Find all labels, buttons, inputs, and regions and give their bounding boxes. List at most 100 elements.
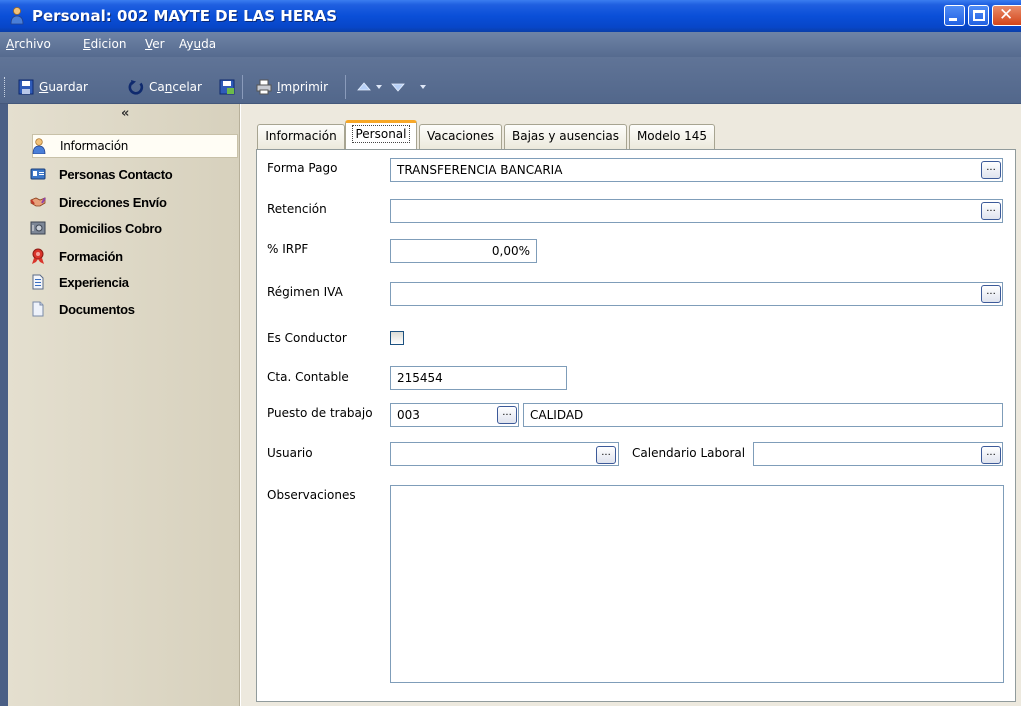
forma-pago-field[interactable]: TRANSFERENCIA BANCARIA [390, 158, 1003, 182]
sidebar-item-label: Personas Contacto [59, 166, 173, 182]
collapse-button[interactable]: « [121, 106, 129, 121]
toolbar-grip[interactable] [4, 77, 7, 97]
close-button[interactable]: ✕ [992, 5, 1021, 26]
tab-informacion[interactable]: Información [257, 124, 345, 149]
retencion-label: Retención [267, 202, 327, 216]
sidebar-item-label: Experiencia [59, 274, 129, 290]
sidebar-item-direcciones-envio[interactable]: Direcciones Envío [30, 190, 240, 214]
sidebar-item-experiencia[interactable]: Experiencia [30, 270, 240, 294]
puesto-name-field: CALIDAD [523, 403, 1003, 427]
regimen-iva-label: Régimen IVA [267, 285, 343, 299]
save-button[interactable]: Guardar [18, 77, 88, 97]
observaciones-textarea[interactable] [390, 485, 1004, 683]
safe-icon [30, 221, 46, 235]
sidebar-item-label: Direcciones Envío [59, 194, 167, 210]
irpf-field[interactable]: 0,00% [390, 239, 537, 263]
minimize-icon [949, 18, 957, 21]
maximize-button[interactable] [968, 5, 989, 26]
nav-up-button[interactable] [356, 77, 386, 97]
sidebar-item-label: Documentos [59, 301, 135, 317]
sidebar-item-personas-contacto[interactable]: Personas Contacto [30, 162, 240, 186]
contact-card-icon [30, 168, 46, 180]
window-title: Personal: 002 MAYTE DE LAS HERAS [32, 7, 338, 25]
sidebar-item-label: Domicilios Cobro [59, 220, 162, 236]
close-icon: ✕ [999, 5, 1014, 25]
printer-icon [256, 79, 272, 95]
menu-mnemonic: A [6, 37, 15, 51]
menu-edicion[interactable]: Edicion [83, 37, 126, 51]
save-mnemonic: G [39, 80, 49, 94]
arrow-down-dropdown-icon [391, 83, 426, 92]
calendario-label: Calendario Laboral [632, 446, 746, 460]
cancel-mnemonic: n [164, 80, 173, 94]
usuario-field[interactable] [390, 442, 619, 466]
maximize-icon [973, 10, 985, 21]
menu-label: Ay [179, 37, 194, 51]
es-conductor-label: Es Conductor [267, 331, 347, 345]
menu-label: er [152, 37, 165, 51]
save-close-button[interactable] [219, 77, 240, 97]
menu-mnemonic: E [83, 37, 91, 51]
cancel-button[interactable]: Ca n celar [128, 77, 202, 97]
sidebar-item-informacion[interactable]: Información [32, 134, 238, 158]
save-icon [18, 79, 34, 95]
menu-ver[interactable]: Ver [145, 37, 165, 51]
menu-bar: Archivo Edicion Ver Ayuda [0, 32, 1021, 57]
puesto-lookup-button[interactable]: ... [497, 406, 517, 424]
calendario-lookup-button[interactable]: ... [981, 446, 1001, 464]
document-icon [32, 274, 44, 290]
menu-ayuda[interactable]: Ayuda [179, 37, 216, 51]
tab-label: Bajas y ausencias [512, 129, 619, 143]
tab-label: Modelo 145 [636, 129, 708, 143]
print-button[interactable]: Imprimir [256, 77, 328, 97]
ribbon-icon [32, 248, 44, 264]
save-label: uardar [48, 80, 88, 94]
main-content: Información Personal Vacaciones Bajas y … [241, 104, 1021, 706]
sidebar: « Información Personas Contacto Direccio… [8, 104, 240, 706]
sidebar-item-formacion[interactable]: Formación [30, 244, 240, 268]
window-frame-left [0, 104, 8, 706]
tab-vacaciones[interactable]: Vacaciones [419, 124, 502, 149]
retencion-field[interactable] [390, 199, 1003, 223]
retencion-lookup-button[interactable]: ... [981, 202, 1001, 220]
cta-contable-label: Cta. Contable [267, 370, 349, 384]
toolbar-separator [242, 75, 243, 99]
sidebar-item-label: Formación [59, 248, 123, 264]
minimize-button[interactable] [944, 5, 965, 26]
es-conductor-checkbox[interactable] [390, 331, 404, 345]
menu-label: dicion [90, 37, 127, 51]
tab-label: Vacaciones [426, 129, 495, 143]
arrow-up-dropdown-icon [357, 82, 382, 91]
menu-mnemonic: u [193, 37, 202, 51]
person-icon [32, 138, 46, 154]
observaciones-label: Observaciones [267, 488, 356, 502]
cancel-label: Ca [149, 80, 165, 94]
cta-contable-field[interactable]: 215454 [390, 366, 567, 390]
undo-icon [128, 80, 144, 95]
tab-label: Personal [352, 125, 410, 143]
tab-personal[interactable]: Personal [345, 120, 417, 150]
tab-modelo-145[interactable]: Modelo 145 [629, 124, 715, 149]
calendario-field[interactable] [753, 442, 1003, 466]
regimen-iva-field[interactable] [390, 282, 1003, 306]
toolbar: Guardar Ca n celar Imprimir [0, 57, 1021, 104]
forma-pago-lookup-button[interactable]: ... [981, 161, 1001, 179]
menu-archivo[interactable]: Archivo [6, 37, 51, 51]
menu-label: da [201, 37, 217, 51]
cancel-label: celar [172, 80, 202, 94]
sidebar-item-domicilios-cobro[interactable]: Domicilios Cobro [30, 216, 240, 240]
sidebar-item-documentos[interactable]: Documentos [30, 297, 240, 321]
usuario-label: Usuario [267, 446, 313, 460]
print-label: mprimir [280, 80, 329, 94]
tab-bajas-ausencias[interactable]: Bajas y ausencias [504, 124, 627, 149]
person-icon [10, 7, 24, 25]
toolbar-separator [345, 75, 346, 99]
nav-down-button[interactable] [390, 77, 430, 97]
sidebar-item-label: Información [60, 139, 129, 153]
regimen-iva-lookup-button[interactable]: ... [981, 285, 1001, 303]
forma-pago-label: Forma Pago [267, 161, 338, 175]
page-icon [32, 301, 44, 317]
irpf-label: % IRPF [267, 242, 309, 256]
usuario-lookup-button[interactable]: ... [596, 446, 616, 464]
title-bar[interactable]: Personal: 002 MAYTE DE LAS HERAS ✕ [0, 0, 1021, 32]
